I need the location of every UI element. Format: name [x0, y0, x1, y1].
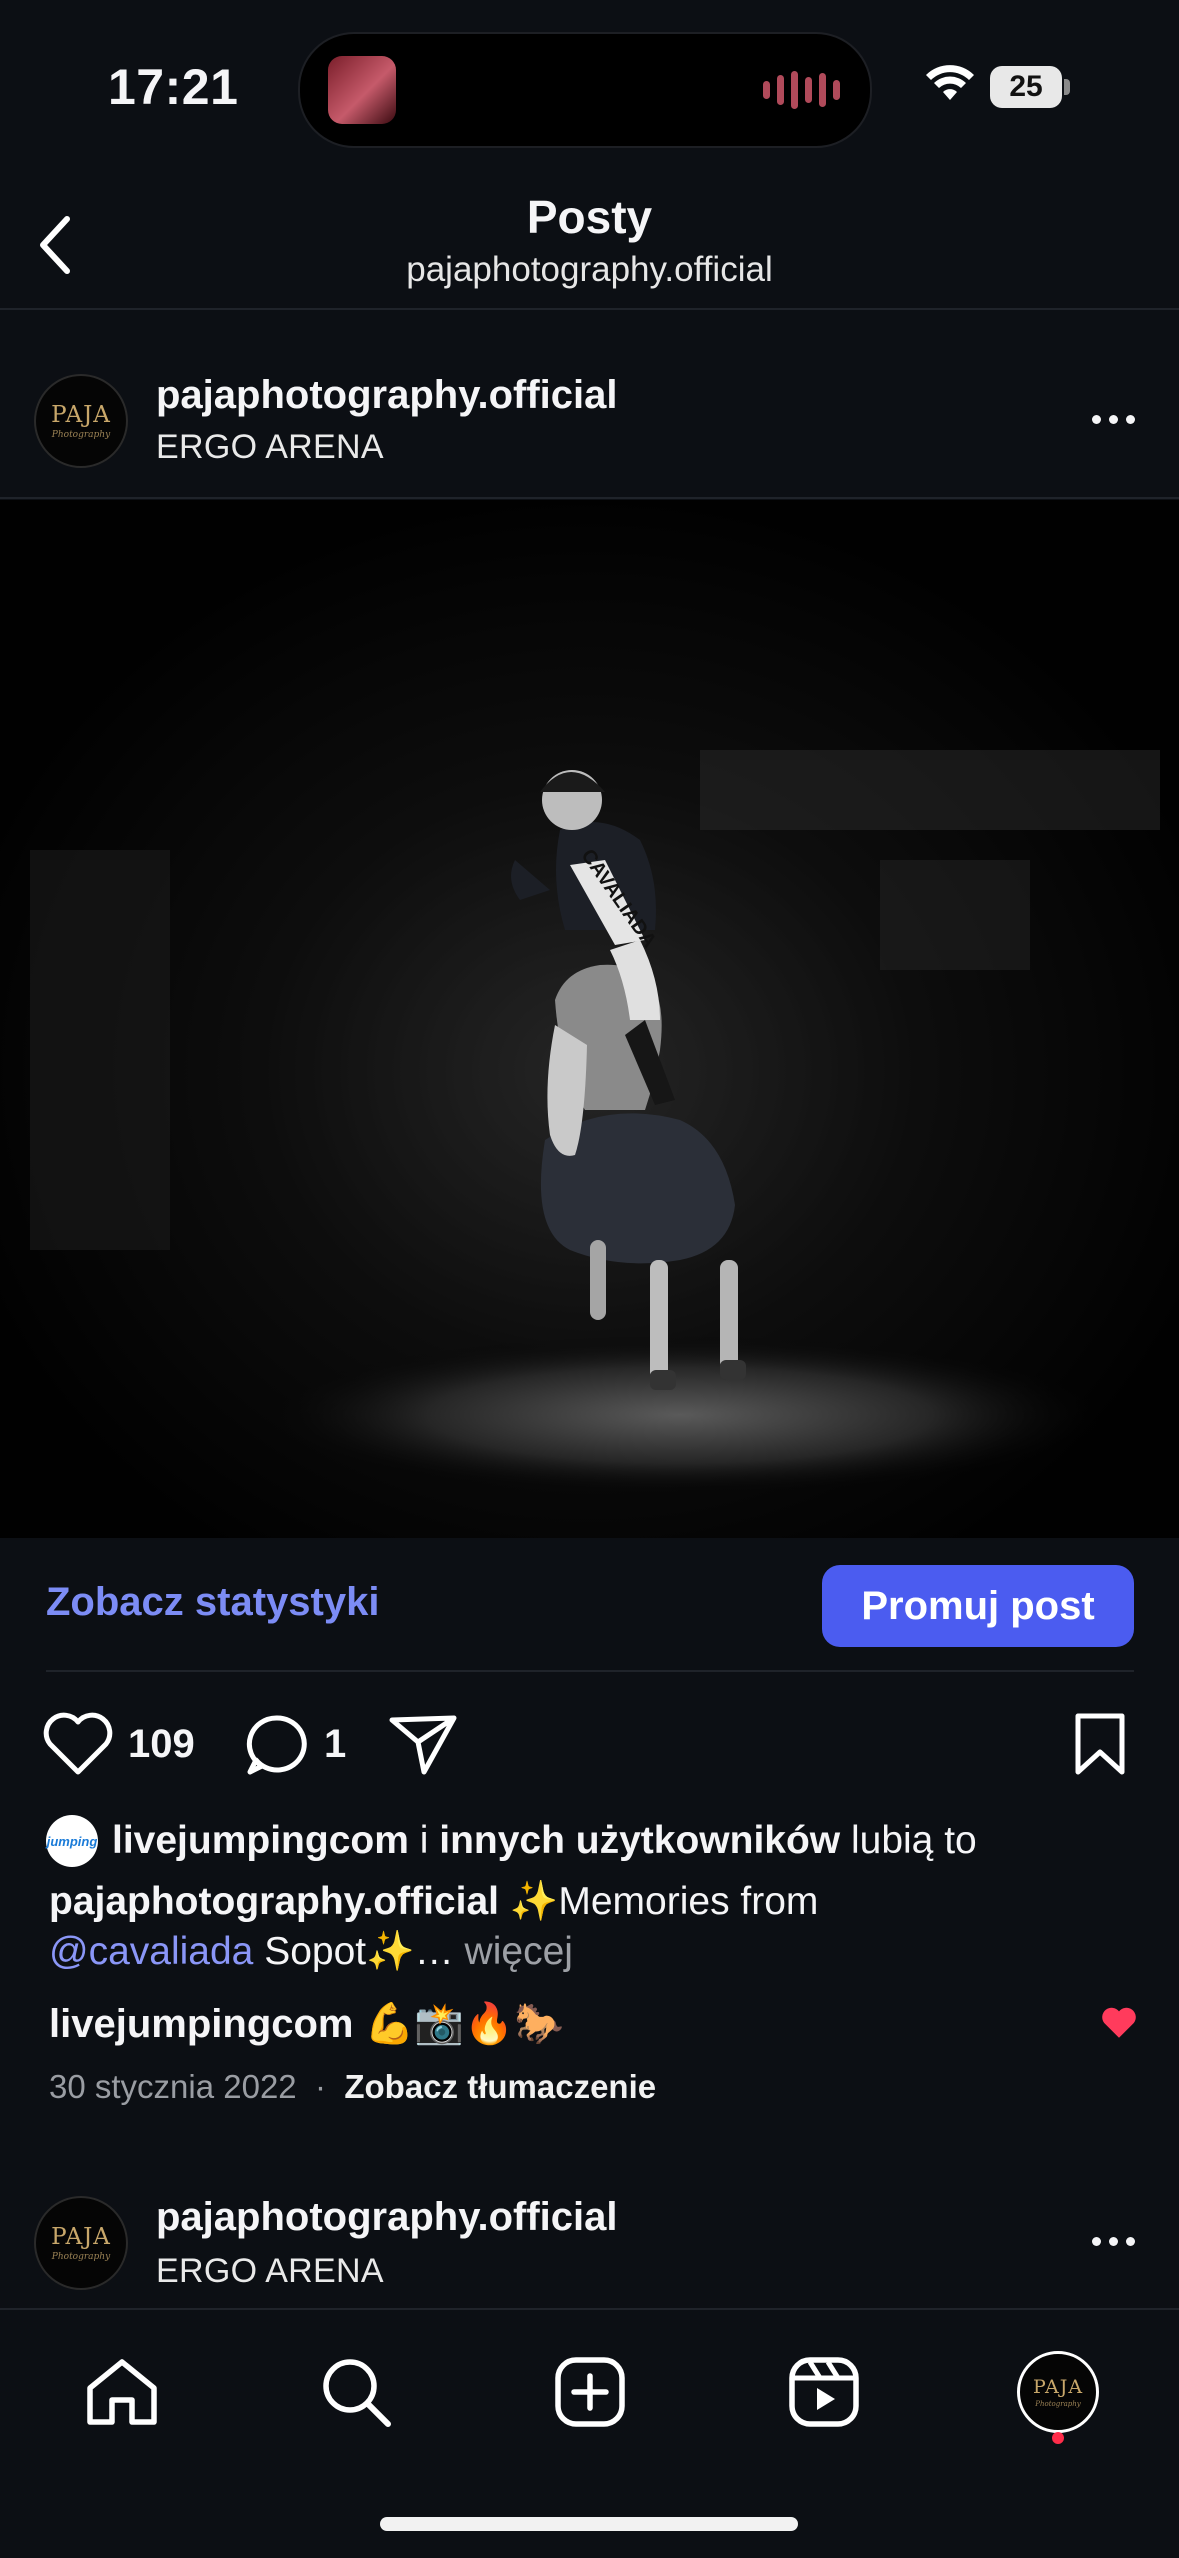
post-caption-line2: @cavaliada Sopot✨… więcej: [49, 1928, 573, 1974]
see-translation-link[interactable]: Zobacz tłumaczenie: [344, 2068, 656, 2105]
tab-home[interactable]: [72, 2342, 172, 2442]
caption-text-2: Sopot✨…: [264, 1930, 454, 1973]
search-icon: [323, 2359, 391, 2427]
comments-count[interactable]: 1: [324, 1722, 346, 1767]
notification-dot: [1052, 2432, 1064, 2444]
bookmark-icon[interactable]: [1072, 1712, 1128, 1776]
caption-text: ✨Memories from: [509, 1880, 819, 1923]
caption-mention[interactable]: @cavaliada: [49, 1930, 253, 1973]
wifi-icon: [926, 65, 974, 100]
next-post-options-button[interactable]: [1085, 2226, 1141, 2256]
battery-tip: [1064, 79, 1070, 95]
post-caption-line1: pajaphotography.official ✨Memories from: [49, 1878, 818, 1924]
dynamic-island[interactable]: [298, 32, 872, 148]
profile-avatar: PAJA Photography: [1017, 2351, 1099, 2433]
dot: [1125, 414, 1135, 424]
avatar-logo: PAJA: [1032, 2376, 1084, 2398]
avatar-logo: PAJA: [51, 402, 111, 428]
comment-action[interactable]: 1: [244, 1712, 346, 1776]
post-header-divider: [0, 497, 1179, 499]
battery-indicator: 25: [990, 66, 1062, 108]
tab-profile[interactable]: PAJA Photography: [1008, 2342, 1108, 2442]
date-separator: ·: [315, 2068, 327, 2105]
photo-horse-rider: CAVALIADA: [0, 500, 1179, 1538]
post-date: 30 stycznia 2022: [49, 2068, 297, 2105]
tab-reels[interactable]: [774, 2342, 874, 2442]
avatar-logo-sub: Photography: [1035, 2400, 1081, 2408]
tab-search[interactable]: [306, 2342, 406, 2442]
avatar-logo: PAJA: [51, 2224, 111, 2250]
dot: [1125, 2236, 1135, 2246]
insights-divider: [46, 1670, 1134, 1672]
home-indicator[interactable]: [380, 2517, 798, 2531]
now-playing-artwork: [328, 56, 396, 124]
post-author-username[interactable]: pajaphotography.official: [156, 373, 618, 418]
liked-by-connector: i: [419, 1819, 429, 1862]
avatar-logo-sub: Photography: [51, 430, 111, 440]
post-photo[interactable]: CAVALIADA: [0, 500, 1179, 1538]
avatar-logo-sub: Photography: [51, 2252, 111, 2262]
comment-icon[interactable]: [244, 1712, 310, 1776]
promote-post-button[interactable]: Promuj post: [822, 1565, 1134, 1647]
next-post-location[interactable]: ERGO ARENA: [156, 2252, 384, 2291]
page-subtitle: pajaphotography.official: [406, 250, 773, 289]
post-author-avatar[interactable]: PAJA Photography: [34, 374, 128, 468]
dot: [1091, 2236, 1101, 2246]
liked-by-suffix: lubią to: [850, 1819, 977, 1862]
comment-username[interactable]: livejumpingcom: [49, 2002, 354, 2046]
heart-icon[interactable]: [42, 1712, 114, 1776]
audio-waveform-icon: [763, 70, 840, 110]
post-location[interactable]: ERGO ARENA: [156, 428, 384, 467]
page-title: Posty: [526, 191, 653, 243]
tab-create[interactable]: [540, 2342, 640, 2442]
reels-icon: [789, 2357, 859, 2427]
next-post-username[interactable]: pajaphotography.official: [156, 2195, 618, 2240]
dot: [1108, 414, 1118, 424]
top-comment[interactable]: livejumpingcom 💪📸🔥🐎: [49, 2000, 564, 2047]
like-action[interactable]: 109: [42, 1712, 195, 1776]
create-post-icon: [555, 2357, 625, 2427]
likes-count[interactable]: 109: [128, 1722, 195, 1767]
dot: [1091, 414, 1101, 424]
view-insights-link[interactable]: Zobacz statystyki: [46, 1580, 379, 1625]
caption-more-link[interactable]: więcej: [465, 1930, 573, 1973]
liked-by-row[interactable]: jumping livejumpingcom i innych użytkown…: [46, 1815, 977, 1867]
liked-by-others[interactable]: innych użytkowników: [439, 1819, 840, 1863]
dot: [1108, 2236, 1118, 2246]
home-icon: [87, 2359, 157, 2425]
status-time: 17:21: [108, 59, 239, 115]
comment-text: 💪📸🔥🐎: [364, 2002, 564, 2046]
liker-username[interactable]: livejumpingcom: [112, 1819, 409, 1863]
header-divider: [0, 308, 1179, 310]
share-send-icon[interactable]: [388, 1712, 458, 1776]
liker-avatar[interactable]: jumping: [46, 1815, 98, 1867]
comment-liked-heart-icon[interactable]: [1100, 2006, 1138, 2040]
post-date-row: 30 stycznia 2022 · Zobacz tłumaczenie: [49, 2068, 656, 2106]
next-post-author-avatar[interactable]: PAJA Photography: [34, 2196, 128, 2290]
caption-username[interactable]: pajaphotography.official: [49, 1880, 499, 1923]
post-options-button[interactable]: [1085, 404, 1141, 434]
